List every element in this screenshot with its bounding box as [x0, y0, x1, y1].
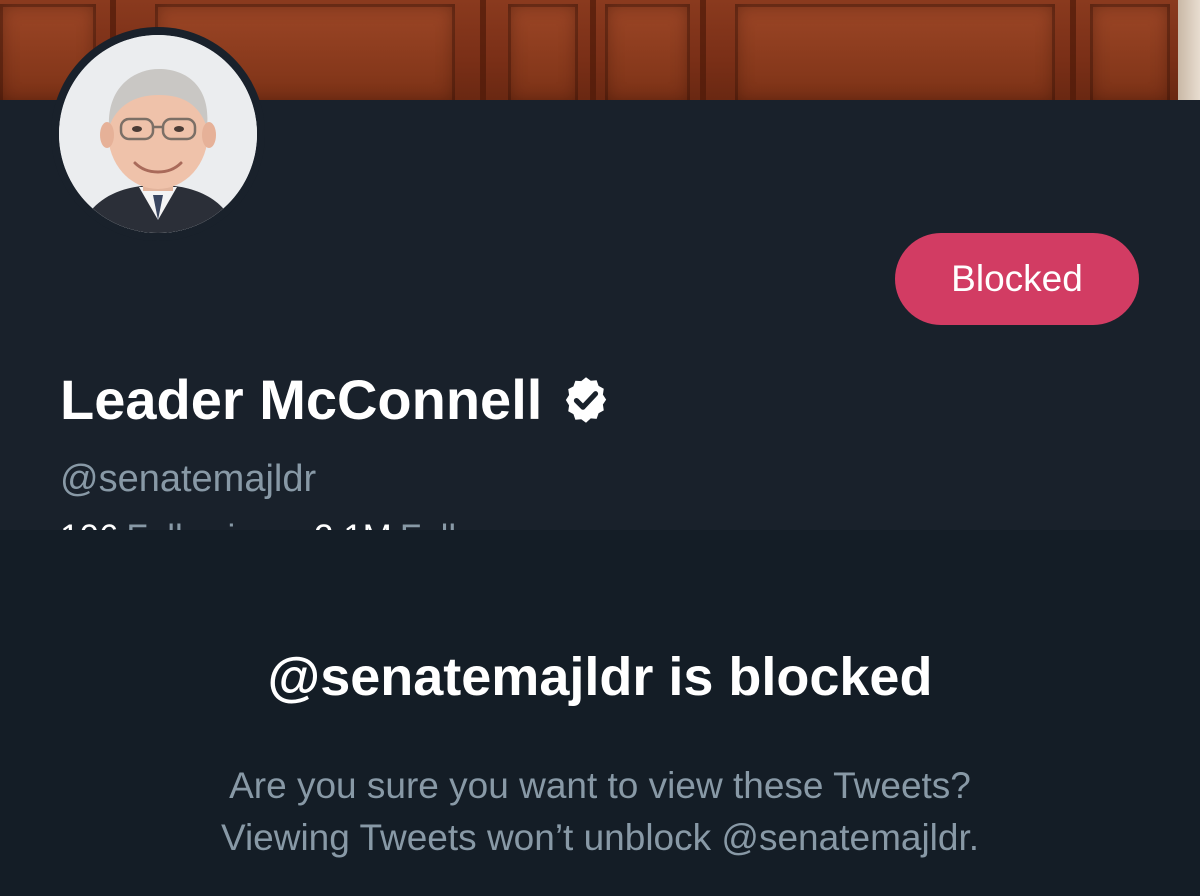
display-name: Leader McConnell	[60, 365, 612, 435]
blocked-notice: @senatemajldr is blocked Are you sure yo…	[0, 530, 1200, 896]
avatar[interactable]	[59, 35, 257, 233]
verified-badge-icon	[566, 377, 607, 423]
display-name-text: Leader McConnell	[60, 368, 543, 431]
banner-stile	[590, 0, 596, 100]
blocked-button[interactable]: Blocked	[895, 233, 1139, 325]
banner-panel	[735, 4, 1055, 100]
banner-edge	[1178, 0, 1200, 100]
banner-stile	[700, 0, 706, 100]
avatar-border	[51, 27, 265, 241]
blocked-notice-line: Viewing Tweets won’t unblock @senatemajl…	[220, 817, 980, 858]
blocked-notice-title: @senatemajldr is blocked	[267, 647, 933, 707]
banner-panel	[605, 4, 690, 100]
avatar-photo	[59, 35, 257, 233]
blocked-notice-line: Are you sure you want to view these Twee…	[229, 765, 971, 806]
banner-stile	[480, 0, 486, 100]
banner-panel	[1090, 4, 1170, 100]
blocked-notice-text: Are you sure you want to view these Twee…	[0, 760, 1200, 864]
banner-stile	[1070, 0, 1076, 100]
banner-panel	[508, 4, 578, 100]
profile-handle: @senatemajldr	[60, 458, 317, 500]
